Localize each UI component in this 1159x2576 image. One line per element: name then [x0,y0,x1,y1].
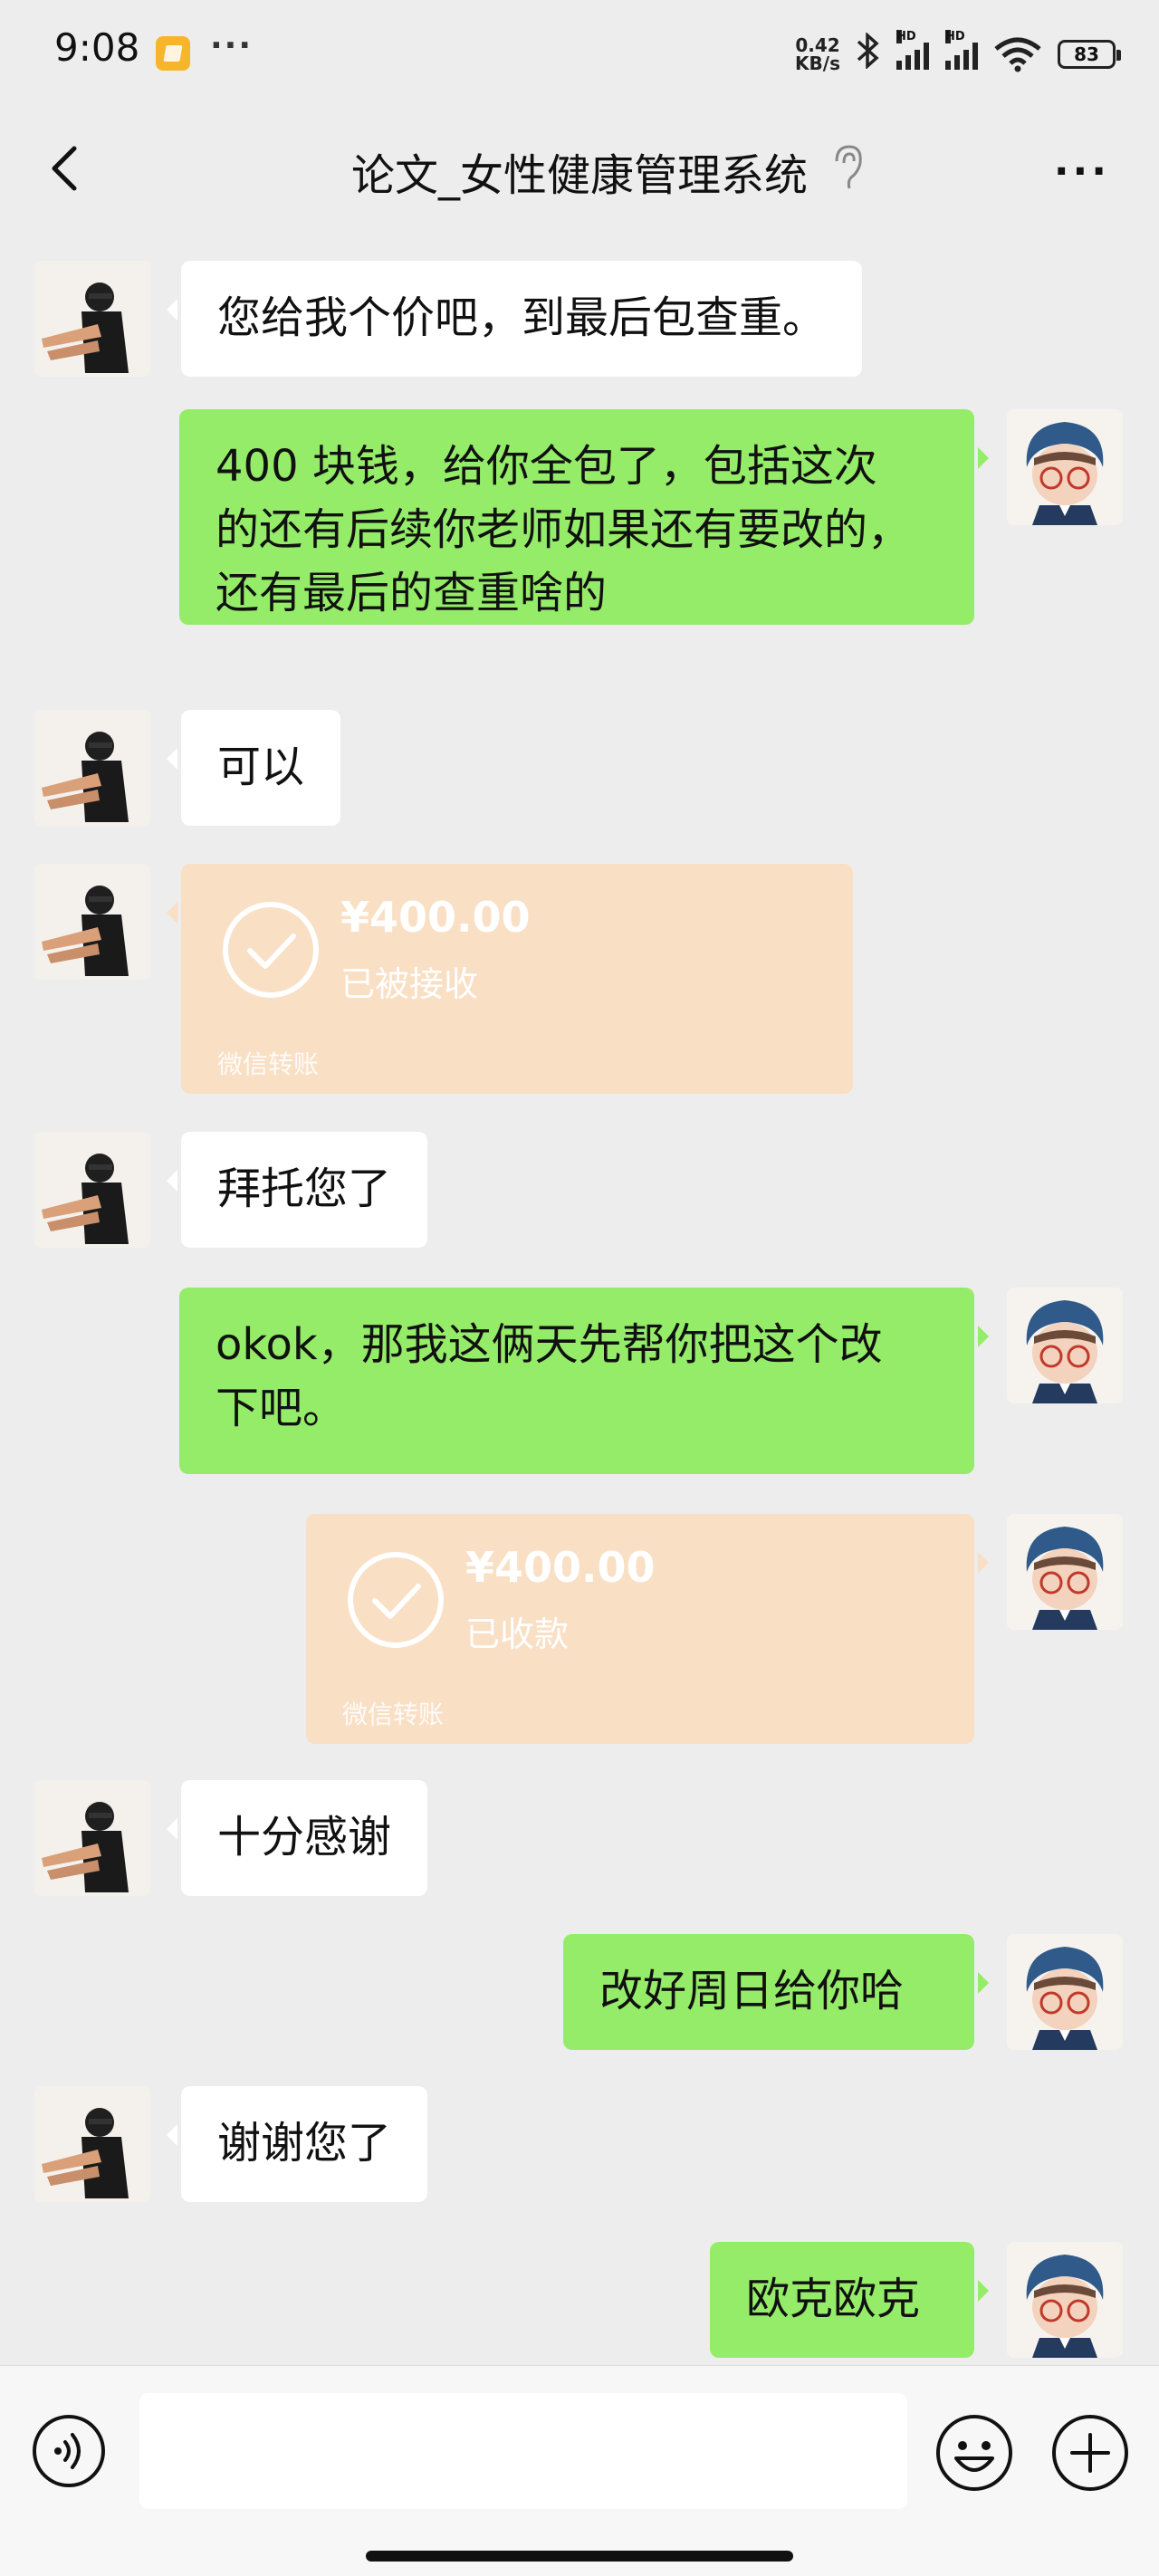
transfer-footer: 微信转账 [342,1700,445,1729]
message-bubble[interactable]: okok，那我这俩天先帮你把这个改 下吧。 [179,1288,989,1474]
cell-signal-icon: HD [945,30,978,70]
voice-input-icon[interactable] [31,2413,107,2489]
check-circle-icon [223,902,319,998]
network-speed: 0.42 KB/s [795,34,840,74]
more-notifications-icon: ··· [210,27,254,64]
transfer-card[interactable]: ¥400.00 已收款 微信转账 [306,1514,989,1744]
input-bar [0,2365,1159,2576]
message-bubble[interactable]: 欧克欧克 [710,2242,989,2358]
contact-avatar[interactable] [34,1132,150,1248]
transfer-status: 已收款 [465,1614,570,1654]
cell-signal-icon: HD [896,30,929,70]
contact-avatar[interactable] [34,2086,150,2202]
status-time: 9:08 [54,25,140,70]
wifi-icon [994,37,1041,72]
transfer-amount: ¥400.00 [340,893,531,942]
contact-avatar[interactable] [34,710,150,826]
message-bubble[interactable]: 400 块钱，给你全包了，包括这次 的还有后续你老师如果还有要改的， 还有最后的… [179,409,989,625]
message-bubble[interactable]: 改好周日给你哈 [563,1934,989,2050]
status-bar: 9:08 ··· 0.42 KB/s HD HD 83 [0,0,1159,105]
battery-icon: 83 [1058,40,1121,69]
message-bubble[interactable]: 谢谢您了 [166,2086,428,2202]
my-avatar[interactable] [1007,1514,1123,1630]
transfer-footer: 微信转账 [217,1049,320,1079]
transfer-amount: ¥400.00 [465,1543,656,1592]
message-bubble[interactable]: 您给我个价吧，到最后包查重。 [166,261,863,377]
plus-icon[interactable] [1050,2413,1130,2493]
home-indicator[interactable] [366,2551,793,2562]
chat-header: 论文_女性健康管理系统 ··· [0,105,1159,228]
my-avatar[interactable] [1007,1288,1123,1403]
message-bubble[interactable]: 可以 [166,710,341,826]
contact-avatar[interactable] [34,864,150,980]
chat-title: 论文_女性健康管理系统 [350,150,808,201]
transfer-status: 已被接收 [340,964,479,1004]
message-list[interactable]: 您给我个价吧，到最后包查重。 400 块钱，给你全包了，包括这次 的还有后续你老… [0,228,1159,2358]
contact-avatar[interactable] [34,261,150,377]
contact-avatar[interactable] [34,1780,150,1896]
message-bubble[interactable]: 十分感谢 [166,1780,428,1896]
earpiece-mode-icon [835,145,862,189]
notes-app-icon [156,36,190,71]
emoji-icon[interactable] [934,2413,1014,2493]
my-avatar[interactable] [1007,1934,1123,2050]
check-circle-icon [348,1552,444,1648]
bluetooth-icon [857,31,880,77]
chat-info-button[interactable]: ··· [1054,148,1110,195]
message-bubble[interactable]: 拜托您了 [166,1132,428,1248]
message-input[interactable] [139,2393,907,2509]
my-avatar[interactable] [1007,2242,1123,2358]
my-avatar[interactable] [1007,409,1123,525]
transfer-card[interactable]: ¥400.00 已被接收 微信转账 [167,864,853,1094]
